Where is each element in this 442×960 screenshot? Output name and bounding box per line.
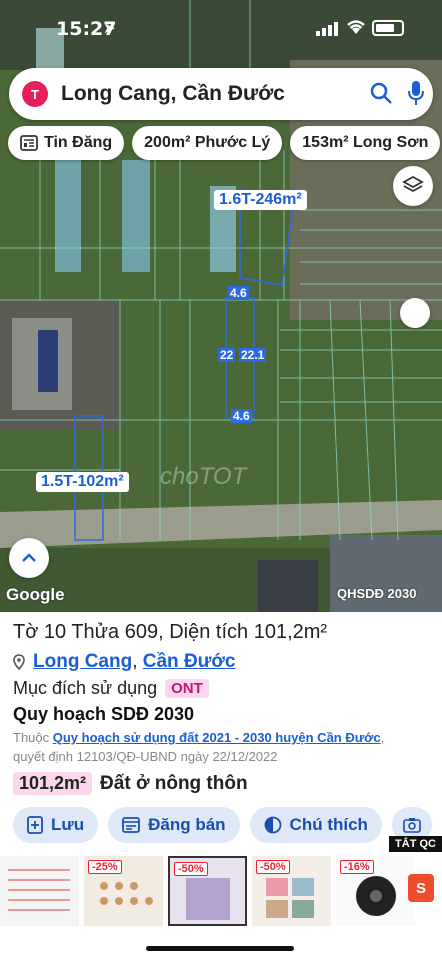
purpose-label: Mục đích sử dụng <box>13 678 158 698</box>
wifi-icon <box>347 20 365 34</box>
search-bar[interactable]: T Long Cang, Cần Đước <box>9 68 433 120</box>
google-logo: Google <box>6 585 65 604</box>
search-icon[interactable] <box>369 81 393 105</box>
plan-document-link[interactable]: Quy hoạch sử dụng đất 2021 - 2030 huyện … <box>53 730 381 745</box>
expand-up-button[interactable] <box>9 538 49 578</box>
chip-label: Tin Đăng <box>44 134 113 151</box>
layers-button[interactable] <box>393 166 433 206</box>
shopee-logo: S <box>408 874 434 902</box>
close-ads-button[interactable]: TẮT QC <box>389 836 442 852</box>
status-bar: 15:27 ➤ <box>0 0 442 58</box>
post-for-sale-button[interactable]: Đăng bán <box>108 807 240 843</box>
signal-icon <box>316 22 338 36</box>
parcel-area-label[interactable]: 1.6T-246m² <box>214 190 307 210</box>
legend-label: Chú thích <box>289 815 368 834</box>
location-separator: , <box>132 651 143 672</box>
dimension-right-label: 22.1 <box>239 348 267 362</box>
contrast-icon <box>264 816 282 834</box>
dimension-top-label: 4.6 <box>228 286 249 300</box>
compass-button[interactable] <box>400 298 430 328</box>
bookmark-plus-icon <box>27 816 43 834</box>
dimension-left-label: 22 <box>218 348 236 362</box>
camera-icon <box>403 818 421 833</box>
microphone-icon[interactable] <box>407 80 425 106</box>
location-arrow-icon: ➤ <box>103 19 116 37</box>
newspaper-icon <box>20 135 38 151</box>
area-badge: 101,2m² <box>13 772 93 795</box>
ad-banner[interactable]: -25% -50% -50% -16% <box>0 852 442 928</box>
filter-chips: Tin Đăng 200m² Phước Lý 153m² Long Sơn <box>8 126 441 160</box>
listing-icon <box>122 817 140 833</box>
app-logo: T <box>22 81 48 107</box>
location-line: Long Cang , Cần Đước <box>13 651 236 673</box>
dimension-bottom-label: 4.6 <box>231 409 252 423</box>
parcel-title: Tờ 10 Thửa 609, Diện tích 101,2m² <box>13 621 328 643</box>
layers-icon <box>402 175 424 193</box>
parcel-area-label[interactable]: 1.5T-102m² <box>36 472 129 492</box>
ad-product[interactable]: -50% <box>252 856 331 926</box>
discount-badge: -16% <box>340 860 374 874</box>
discount-badge: -50% <box>174 862 208 876</box>
post-label: Đăng bán <box>148 815 226 834</box>
parcel-info-panel: Tờ 10 Thửa 609, Diện tích 101,2m² Long C… <box>0 612 442 960</box>
legend-button[interactable]: Chú thích <box>249 807 382 843</box>
discount-badge: -25% <box>88 860 122 874</box>
discount-badge: -50% <box>256 860 290 874</box>
map-view[interactable]: 15:27 ➤ T Long Cang, Cần Đước Tin Đăng 2… <box>0 0 442 612</box>
layer-source-label: QHSDĐ 2030 <box>337 586 417 601</box>
battery-icon <box>372 20 404 36</box>
commune-link[interactable]: Long Cang <box>33 651 132 673</box>
product-thumbnail <box>8 869 70 911</box>
chip-long-son[interactable]: 153m² Long Sơn <box>290 126 441 160</box>
land-purpose-line: Mục đích sử dụng ONT <box>13 678 209 699</box>
ad-product[interactable]: -16% <box>336 856 415 926</box>
search-query[interactable]: Long Cang, Cần Đước <box>61 82 285 106</box>
purpose-code-badge: ONT <box>165 679 209 698</box>
chip-label: 200m² Phước Lý <box>144 134 271 151</box>
chip-listings[interactable]: Tin Đăng <box>8 126 125 160</box>
plan-desc-prefix: Thuộc <box>13 730 53 745</box>
save-button[interactable]: Lưu <box>13 807 99 843</box>
home-indicator <box>146 946 294 951</box>
ad-product[interactable] <box>0 856 79 926</box>
save-label: Lưu <box>51 815 85 834</box>
plan-description: Thuộc Quy hoạch sử dụng đất 2021 - 2030 … <box>13 728 408 766</box>
plan-title: Quy hoạch SDĐ 2030 <box>13 704 195 724</box>
action-buttons: Lưu Đăng bán Chú thích <box>13 807 432 843</box>
chip-label: 153m² Long Sơn <box>302 134 429 151</box>
watermark: choTOT <box>160 463 247 490</box>
chip-phuoc-ly[interactable]: 200m² Phước Lý <box>132 126 283 160</box>
land-type-text: Đất ở nông thôn <box>100 772 248 794</box>
chevron-up-icon <box>22 553 36 562</box>
map-pin-icon <box>13 654 25 670</box>
ad-product[interactable]: -25% <box>84 856 163 926</box>
ad-product[interactable]: -50% <box>168 856 247 926</box>
area-row: 101,2m² Đất ở nông thôn <box>13 772 248 795</box>
district-link[interactable]: Cần Đước <box>143 651 236 673</box>
